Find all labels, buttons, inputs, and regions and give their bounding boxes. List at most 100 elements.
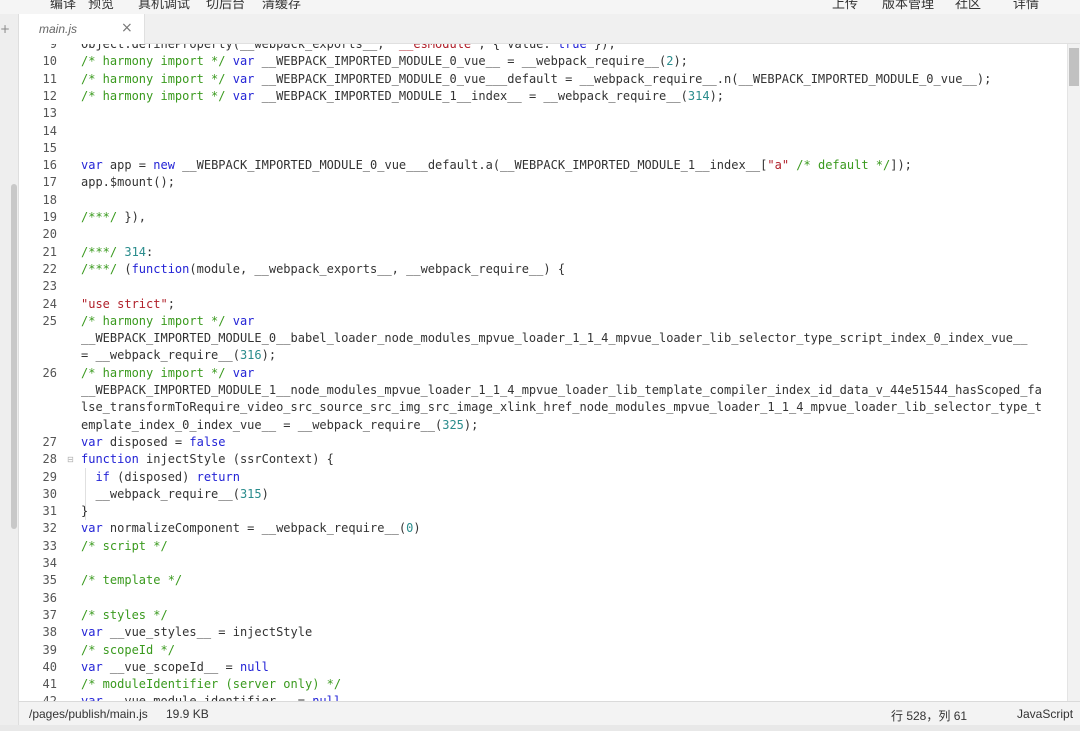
code-text: var normalizeComponent = __webpack_requi… xyxy=(81,520,421,537)
code-line[interactable]: 20 xyxy=(19,226,1067,243)
code-line[interactable]: 40 var __vue_scopeId__ = null xyxy=(19,659,1067,676)
code-line[interactable]: 27 var disposed = false xyxy=(19,434,1067,451)
toolbar-device-debug[interactable]: 真机调试 xyxy=(138,0,190,12)
tab-strip xyxy=(0,14,1080,44)
code-text: emplate_index_0_index_vue__ = __webpack_… xyxy=(81,417,478,434)
line-number: 30 xyxy=(42,486,57,501)
code-line[interactable]: 31} xyxy=(19,503,1067,520)
code-line[interactable]: 18 xyxy=(19,192,1067,209)
code-line[interactable]: 37 /* styles */ xyxy=(19,607,1067,624)
toolbar-version-manage[interactable]: 版本管理 xyxy=(882,0,934,12)
code-line[interactable]: 41 /* moduleIdentifier (server only) */ xyxy=(19,676,1067,693)
status-file-size: 19.9 KB xyxy=(166,707,209,721)
code-line[interactable]: 15 xyxy=(19,140,1067,157)
code-line[interactable]: 22 /***/ (function(module, __webpack_expo… xyxy=(19,261,1067,278)
code-line[interactable]: 25 /* harmony import */ var xyxy=(19,313,1067,330)
code-token: disposed = xyxy=(102,434,190,449)
line-number: 25 xyxy=(42,313,57,328)
bottom-strip xyxy=(0,725,1080,731)
code-text: var __vue_styles__ = injectStyle xyxy=(81,624,312,641)
scrollbar-thumb[interactable] xyxy=(1069,48,1079,86)
line-number: 10 xyxy=(42,54,57,69)
code-line[interactable]: 39 /* scopeId */ xyxy=(19,642,1067,659)
line-number: 19 xyxy=(42,210,57,224)
code-line[interactable]: 29 if (disposed) return xyxy=(19,469,1067,486)
code-token: if xyxy=(95,469,110,484)
toolbar-preview[interactable]: 预览 xyxy=(88,0,114,12)
line-number: 37 xyxy=(42,607,57,622)
toolbar-details[interactable]: 详情 xyxy=(1013,0,1039,12)
code-token: (module, __webpack_exports__, __webpack_… xyxy=(189,261,566,276)
code-token: "__esModule" xyxy=(391,44,479,51)
code-line[interactable]: 33 /* script */ xyxy=(19,538,1067,555)
code-line[interactable]: lse_transformToRequire_video_src_source_… xyxy=(19,399,1067,416)
code-line[interactable]: 42 var __vue_module_identifier__ = null xyxy=(19,693,1067,701)
code-token: var xyxy=(232,71,255,86)
toolbar-upload[interactable]: 上传 xyxy=(832,0,858,12)
add-icon[interactable]: + xyxy=(0,22,10,36)
code-line[interactable]: __WEBPACK_IMPORTED_MODULE_1__node_module… xyxy=(19,382,1067,399)
left-panel-edge: + xyxy=(0,14,19,731)
code-token: 325 xyxy=(442,417,464,432)
code-text: app.$mount(); xyxy=(81,174,175,191)
code-text: __WEBPACK_IMPORTED_MODULE_1__node_module… xyxy=(81,382,1042,399)
toolbar-clear-cache[interactable]: 清缓存 xyxy=(262,0,301,12)
code-token: ); xyxy=(463,417,479,432)
code-token: __vue_module_identifier__ = xyxy=(103,694,313,701)
code-line[interactable]: = __webpack_require__(316); xyxy=(19,347,1067,364)
code-token: ( xyxy=(117,261,132,276)
left-panel-scrollbar[interactable] xyxy=(11,184,17,529)
code-line[interactable]: 34 xyxy=(19,555,1067,572)
code-line[interactable]: 35 /* template */ xyxy=(19,572,1067,589)
line-number: 23 xyxy=(42,279,57,294)
code-line[interactable]: 24 "use strict"; xyxy=(19,296,1067,313)
code-line[interactable]: 36 xyxy=(19,590,1067,607)
close-icon[interactable]: × xyxy=(121,20,133,36)
code-token: __webpack_require__( xyxy=(81,486,240,501)
code-token: normalizeComponent = __webpack_require__… xyxy=(102,521,407,536)
code-token: __WEBPACK_IMPORTED_MODULE_0_vue___defaul… xyxy=(254,71,992,86)
toolbar-compile[interactable]: 编译 xyxy=(50,0,76,12)
code-line[interactable]: 21 /***/ 314: xyxy=(19,244,1067,261)
code-line[interactable]: 19 /***/ }), xyxy=(19,209,1067,226)
editor-vertical-scrollbar[interactable] xyxy=(1067,44,1080,701)
code-line[interactable]: 28 ⊟ function injectStyle (ssrContext) { xyxy=(19,451,1067,468)
status-language[interactable]: JavaScript xyxy=(1017,707,1073,721)
code-line[interactable]: 32 var normalizeComponent = __webpack_req… xyxy=(19,520,1067,537)
code-line[interactable]: 38 var __vue_styles__ = injectStyle xyxy=(19,624,1067,641)
toolbar-background[interactable]: 切后台 xyxy=(206,0,245,12)
code-line[interactable]: 13 xyxy=(19,105,1067,122)
code-line[interactable]: 9 Object.defineProperty(__webpack_exports… xyxy=(19,44,1067,53)
tab-main-js[interactable]: main.js × xyxy=(19,14,145,44)
code-line[interactable]: 12 /* harmony import */ var __WEBPACK_IMP… xyxy=(19,88,1067,105)
code-token: injectStyle (ssrContext) { xyxy=(138,452,334,467)
code-token: ); xyxy=(673,54,688,69)
code-line[interactable]: emplate_index_0_index_vue__ = __webpack_… xyxy=(19,417,1067,434)
code-line[interactable]: 26 /* harmony import */ var xyxy=(19,365,1067,382)
code-text: /* styles */ xyxy=(81,607,168,624)
code-text: var app = new __WEBPACK_IMPORTED_MODULE_… xyxy=(81,157,912,174)
code-token: 316 xyxy=(239,348,262,363)
code-token: /***/ xyxy=(81,244,118,259)
line-number: 13 xyxy=(42,106,57,121)
toolbar-community[interactable]: 社区 xyxy=(955,0,981,12)
line-number: 12 xyxy=(42,88,57,103)
status-cursor-position[interactable]: 行 528，列 61 xyxy=(891,707,967,724)
code-token: 314 xyxy=(124,244,147,259)
line-number: 18 xyxy=(42,192,57,207)
code-line[interactable]: 16 var app = new __WEBPACK_IMPORTED_MODUL… xyxy=(19,157,1067,174)
code-text: function injectStyle (ssrContext) { xyxy=(81,451,334,468)
code-line[interactable]: 14 xyxy=(19,123,1067,140)
code-token: } xyxy=(81,504,89,519)
code-line[interactable]: 10 /* harmony import */ var __WEBPACK_IMP… xyxy=(19,53,1067,70)
code-line[interactable]: __WEBPACK_IMPORTED_MODULE_0__babel_loade… xyxy=(19,330,1067,347)
code-line[interactable]: 30 __webpack_require__(315) xyxy=(19,486,1067,503)
code-line[interactable]: 23 xyxy=(19,278,1067,295)
code-line[interactable]: 17 app.$mount(); xyxy=(19,174,1067,191)
code-token: ); xyxy=(709,88,725,103)
code-token: true xyxy=(557,44,587,51)
code-line[interactable]: 11 /* harmony import */ var __WEBPACK_IMP… xyxy=(19,71,1067,88)
code-editor[interactable]: 9 Object.defineProperty(__webpack_exports… xyxy=(19,44,1067,701)
fold-toggle-icon[interactable]: ⊟ xyxy=(67,451,74,468)
